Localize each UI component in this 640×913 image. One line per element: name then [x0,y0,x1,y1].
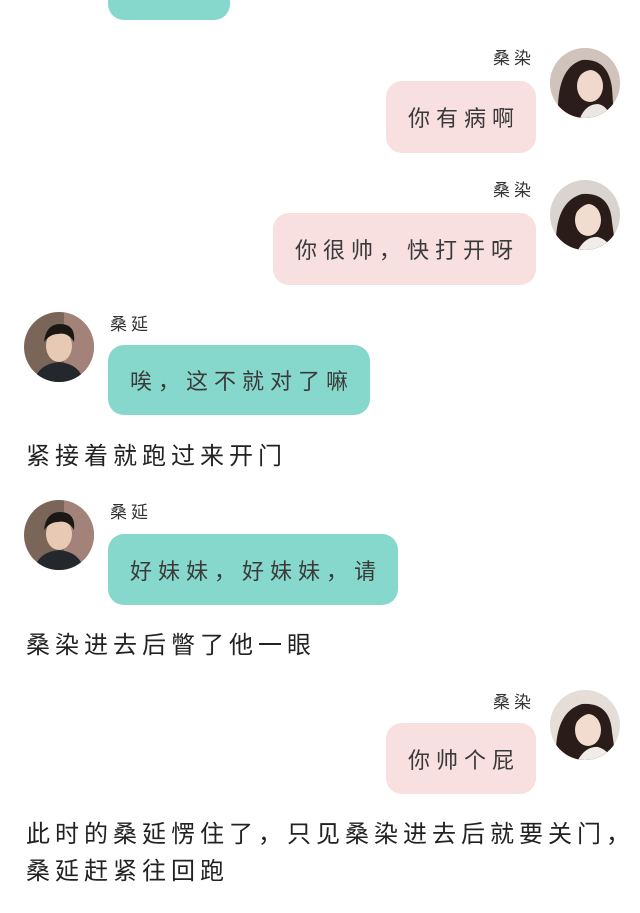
speaker-name: 桑染 [493,49,535,69]
male-avatar-icon [24,500,94,570]
avatar-sangyan[interactable] [24,500,94,570]
female-avatar-icon [550,48,620,118]
narration-text: 此时的桑延愣住了，只见桑染进去后就要关门， [26,820,635,848]
narration-text: 桑染进去后瞥了他一眼 [26,631,316,659]
male-avatar-icon [24,312,94,382]
speaker-name: 桑延 [110,503,152,523]
chat-bubble-right: 你很帅，快打开呀 [273,213,536,285]
avatar-sangyan[interactable] [24,312,94,382]
avatar-sangran[interactable] [550,180,620,250]
female-avatar-icon [550,690,620,760]
speaker-name: 桑染 [493,181,535,201]
chat-bubble-left: 唉，这不就对了嘛 [108,345,370,415]
partial-chat-bubble [108,0,230,20]
avatar-sangran[interactable] [550,690,620,760]
female-avatar-icon [550,180,620,250]
narration-text: 桑延赶紧往回跑 [26,857,229,885]
speaker-name: 桑延 [110,315,152,335]
chat-bubble-right: 你有病啊 [386,81,536,153]
narration-text: 紧接着就跑过来开门 [26,442,287,470]
speaker-name: 桑染 [493,693,535,713]
avatar-sangran[interactable] [550,48,620,118]
chat-bubble-right: 你帅个屁 [386,723,536,794]
chat-bubble-left: 好妹妹，好妹妹，请 [108,534,398,605]
